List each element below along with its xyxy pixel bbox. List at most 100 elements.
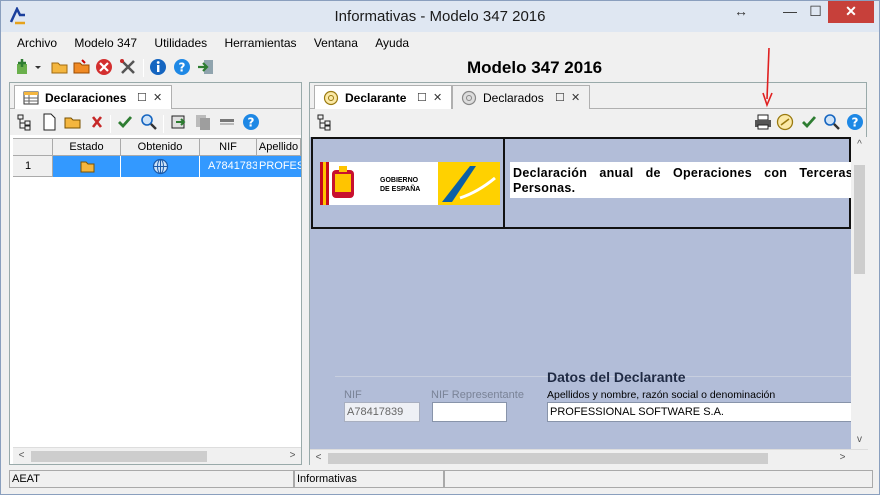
apellido-cell[interactable]: PROFESS	[257, 156, 301, 177]
tab-declarante[interactable]: Declarante ☐ ✕	[314, 85, 452, 110]
sign-icon[interactable]	[776, 113, 794, 131]
tab-label: Declarados	[483, 91, 544, 105]
restore-tab-icon[interactable]: ☐	[555, 91, 565, 104]
import-icon[interactable]	[170, 113, 188, 131]
tools-icon[interactable]	[119, 58, 137, 76]
tab-declaraciones[interactable]: Declaraciones ☐ ✕	[14, 85, 172, 110]
declarados-icon	[461, 90, 477, 106]
new-icon[interactable]	[13, 58, 31, 76]
form-header: GOBIERNO DE ESPAÑA Declaración anual de …	[311, 137, 851, 229]
exit-icon[interactable]	[197, 58, 215, 76]
close-tab-icon[interactable]: ✕	[153, 91, 162, 104]
nif-cell[interactable]: A78417839	[200, 156, 264, 177]
table-row[interactable]: 1 A78417839 PROFESS	[13, 156, 301, 177]
left-tabstrip: Declaraciones ☐ ✕	[10, 83, 301, 110]
restore-icon[interactable]: ↔	[729, 1, 753, 23]
column-header-obtenido[interactable]: Obtenido	[121, 139, 200, 156]
horizontal-scrollbar[interactable]: < >	[13, 447, 301, 464]
minimize-button[interactable]: —	[777, 1, 803, 23]
open-folder-orange-icon[interactable]	[73, 58, 91, 76]
tab-label: Declarante	[345, 91, 407, 105]
dropdown-arrow-icon[interactable]	[33, 58, 43, 76]
toolbar-separator	[143, 59, 144, 77]
scroll-thumb[interactable]	[31, 451, 207, 462]
menu-ayuda[interactable]: Ayuda	[367, 34, 415, 50]
scroll-thumb[interactable]	[328, 453, 768, 464]
nif-label: NIF	[344, 389, 362, 401]
open-folder-icon[interactable]	[51, 58, 69, 76]
gobierno-logo: GOBIERNO DE ESPAÑA	[320, 162, 500, 205]
obtenido-cell[interactable]	[121, 156, 200, 177]
scroll-down-icon[interactable]: v	[851, 432, 868, 449]
restore-tab-icon[interactable]: ☐	[417, 91, 427, 104]
close-button[interactable]: ✕	[828, 1, 874, 23]
menu-archivo[interactable]: Archivo	[9, 34, 63, 50]
close-tab-icon[interactable]: ✕	[571, 91, 580, 104]
new-doc-icon[interactable]	[40, 113, 58, 131]
logo-text-line2: DE ESPAÑA	[380, 186, 421, 193]
svg-text:?: ?	[248, 116, 255, 130]
menu-bar: Archivo Modelo 347 Utilidades Herramient…	[9, 34, 873, 54]
section-title: Datos del Declarante	[547, 369, 686, 385]
info-icon[interactable]	[149, 58, 167, 76]
copy-icon	[196, 115, 210, 130]
help-icon[interactable]: ?	[846, 113, 864, 131]
check-icon[interactable]	[116, 113, 134, 131]
right-tabstrip: Declarante ☐ ✕ Declarados ☐ ✕	[310, 83, 866, 110]
open-icon[interactable]	[64, 113, 82, 131]
nif-representante-label: NIF Representante	[431, 389, 524, 401]
declaraciones-table: Estado Obtenido NIF Apellido 1 A78417839…	[13, 138, 301, 448]
row-number-header	[13, 139, 53, 156]
toolbar-separator	[163, 115, 164, 133]
declaraciones-toolbar: ?	[10, 109, 301, 135]
print-icon[interactable]	[754, 113, 772, 131]
scroll-thumb[interactable]	[854, 165, 865, 274]
row-number: 1	[13, 156, 53, 177]
vertical-scrollbar[interactable]: ^ v	[851, 137, 868, 449]
header-divider	[503, 139, 505, 227]
search-icon[interactable]	[823, 113, 841, 131]
declarante-toolbar: ?	[310, 109, 866, 135]
tab-declarados[interactable]: Declarados ☐ ✕	[452, 85, 590, 109]
column-header-apellido[interactable]: Apellido	[257, 139, 301, 156]
nif-representante-field[interactable]	[432, 402, 507, 422]
declarante-panel: Declarante ☐ ✕ Declarados ☐ ✕ ? GOBIERNO…	[309, 82, 868, 466]
declaration-title: Declaración anual de Operaciones con Ter…	[510, 162, 851, 198]
datos-declarante-section: Datos del Declarante NIF A78417839 NIF R…	[335, 369, 851, 449]
horizontal-scrollbar[interactable]: < >	[310, 449, 868, 466]
table-icon	[23, 91, 39, 105]
status-module: Informativas	[294, 470, 444, 488]
delete-icon[interactable]	[88, 113, 106, 131]
estado-cell[interactable]	[53, 156, 121, 177]
title-bar: Informativas - Modelo 347 2016 ↔ — ☐ ✕	[1, 1, 879, 32]
scroll-up-icon[interactable]: ^	[851, 137, 868, 154]
menu-utilidades[interactable]: Utilidades	[146, 34, 213, 50]
collapse-icon[interactable]	[218, 113, 236, 131]
declarante-form: GOBIERNO DE ESPAÑA Declaración anual de …	[310, 137, 851, 449]
column-header-nif[interactable]: NIF	[200, 139, 257, 156]
scroll-right-icon[interactable]: >	[284, 448, 301, 465]
tree-icon[interactable]	[316, 113, 334, 131]
status-aeat: AEAT	[9, 470, 294, 488]
stop-icon[interactable]	[95, 58, 113, 76]
nif-field: A78417839	[344, 402, 420, 422]
help-icon[interactable]: ?	[242, 113, 260, 131]
folder-open-icon	[80, 161, 95, 173]
restore-tab-icon[interactable]: ☐	[137, 91, 147, 104]
help-icon[interactable]: ?	[173, 58, 191, 76]
scroll-left-icon[interactable]: <	[310, 450, 327, 467]
menu-herramientas[interactable]: Herramientas	[216, 34, 302, 50]
menu-modelo-347[interactable]: Modelo 347	[66, 34, 143, 50]
column-header-estado[interactable]: Estado	[53, 139, 121, 156]
search-icon[interactable]	[140, 113, 158, 131]
close-tab-icon[interactable]: ✕	[433, 91, 442, 104]
scroll-left-icon[interactable]: <	[13, 448, 30, 465]
menu-ventana[interactable]: Ventana	[306, 34, 364, 50]
check-icon[interactable]	[800, 113, 818, 131]
name-field[interactable]: PROFESSIONAL SOFTWARE S.A.	[547, 402, 851, 422]
name-label: Apellidos y nombre, razón social o denom…	[547, 389, 776, 401]
tree-icon[interactable]	[16, 113, 34, 131]
scroll-right-icon[interactable]: >	[834, 450, 851, 467]
declaraciones-panel: Declaraciones ☐ ✕ ? Estado Obtenido NIF …	[9, 82, 302, 465]
maximize-button[interactable]: ☐	[803, 1, 828, 23]
